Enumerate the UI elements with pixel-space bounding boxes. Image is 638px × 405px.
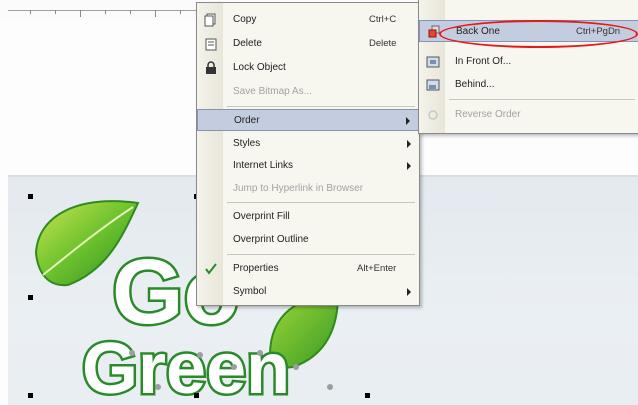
- selection-handle-bottom-mid[interactable]: [194, 393, 199, 398]
- menu-item-order[interactable]: Order: [197, 109, 419, 131]
- menu-item-symbol[interactable]: Symbol: [197, 281, 419, 303]
- menu-item-lock-object[interactable]: Lock Object: [197, 57, 419, 79]
- menu-item-in-front-of[interactable]: In Front Of...: [419, 51, 638, 73]
- horizontal-ruler: [0, 0, 200, 20]
- selection-handle-bottom-left[interactable]: [28, 393, 33, 398]
- selection-handle-mid-left[interactable]: [28, 295, 33, 300]
- in-front-of-icon: [426, 55, 440, 69]
- menu-separator: [227, 254, 415, 255]
- submenu-item-top-partial[interactable]: [419, 0, 638, 9]
- menu-item-behind[interactable]: Behind...: [419, 74, 638, 96]
- selection-handle-top-left[interactable]: [28, 194, 33, 199]
- lock-icon: [204, 61, 218, 75]
- submenu-arrow-icon: [406, 117, 410, 125]
- logo-word-green: Green: [82, 329, 290, 405]
- submenu-arrow-icon: [407, 162, 411, 170]
- selection-handle-bottom-right[interactable]: [365, 393, 370, 398]
- context-menu: Copy Ctrl+C Delete Delete Lock Object Sa…: [196, 2, 420, 306]
- menu-item-properties[interactable]: Properties Alt+Enter: [197, 258, 419, 280]
- menu-item-overprint-outline[interactable]: Overprint Outline: [197, 229, 419, 251]
- behind-icon: [426, 78, 440, 92]
- menu-separator: [449, 99, 635, 100]
- copy-icon: [204, 13, 218, 27]
- menu-separator: [227, 106, 415, 107]
- menu-item-reverse-order[interactable]: Reverse Order: [419, 104, 638, 126]
- highlight-oval: [439, 20, 638, 48]
- menu-item-styles[interactable]: Styles: [197, 133, 419, 155]
- menu-item-copy[interactable]: Copy Ctrl+C: [197, 9, 419, 31]
- checkmark-icon: [204, 262, 218, 276]
- menu-item-internet-links[interactable]: Internet Links: [197, 155, 419, 177]
- submenu-arrow-icon: [407, 288, 411, 296]
- menu-item-jump-hyperlink[interactable]: Jump to Hyperlink in Browser: [197, 178, 419, 200]
- menu-item-overprint-fill[interactable]: Overprint Fill: [197, 206, 419, 228]
- menu-item-save-bitmap[interactable]: Save Bitmap As...: [197, 81, 419, 103]
- reverse-order-icon: [426, 108, 440, 122]
- submenu-arrow-icon: [407, 140, 411, 148]
- menu-separator: [227, 202, 415, 203]
- menu-item-delete[interactable]: Delete Delete: [197, 33, 419, 55]
- delete-icon: [204, 37, 218, 51]
